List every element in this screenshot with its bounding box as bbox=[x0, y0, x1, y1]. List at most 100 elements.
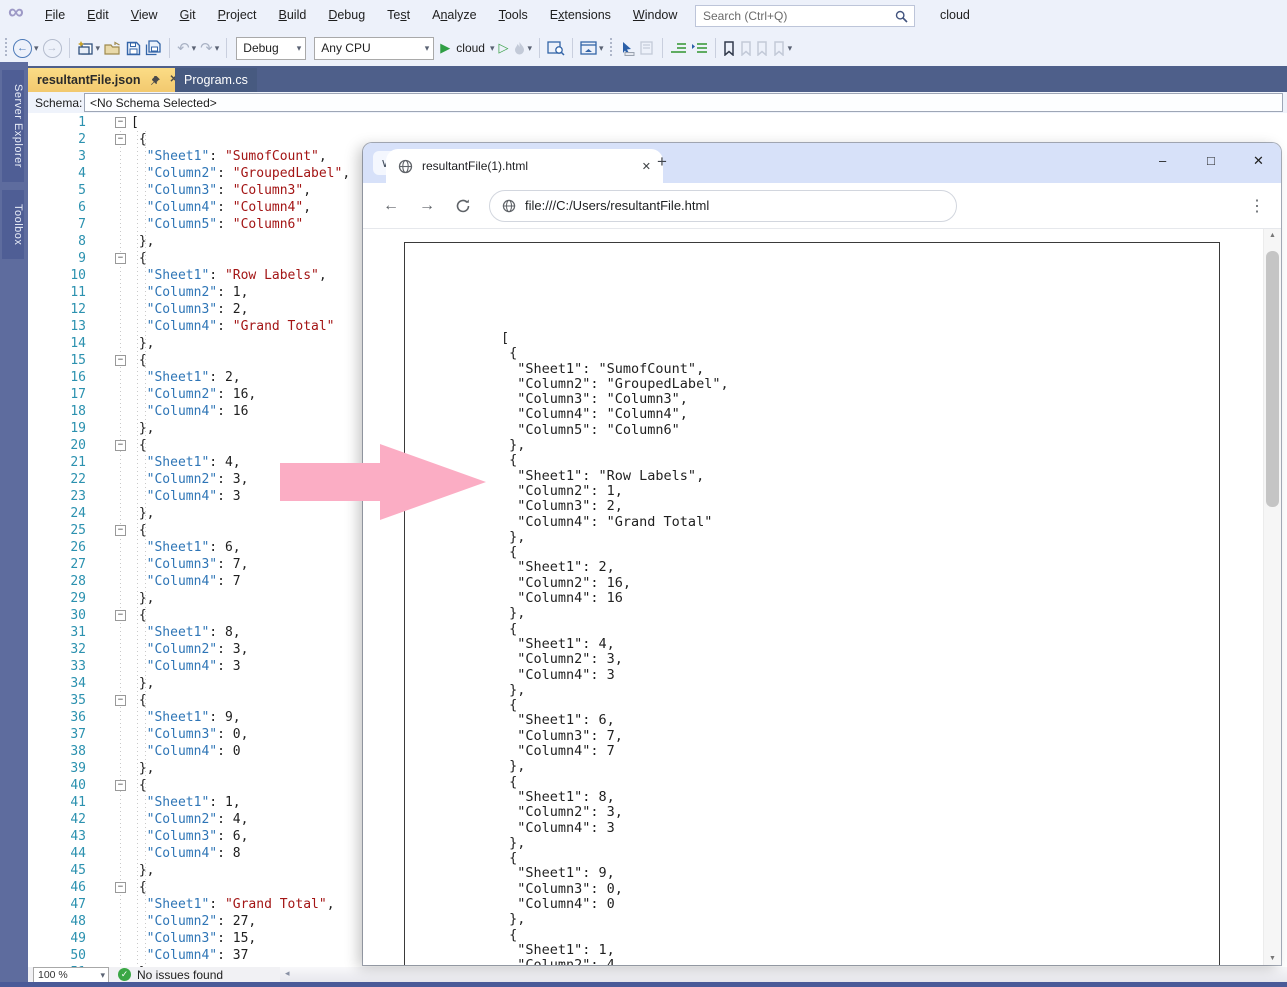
code-text: { bbox=[131, 437, 147, 454]
cursor-arrow-icon bbox=[619, 41, 635, 56]
find-in-files-button[interactable] bbox=[547, 40, 565, 56]
save-all-button[interactable] bbox=[145, 40, 162, 56]
toolbar-grip[interactable] bbox=[3, 38, 8, 58]
format-document-button[interactable] bbox=[639, 41, 655, 55]
menu-git[interactable]: Git bbox=[169, 0, 207, 30]
outlining-margin: − bbox=[115, 437, 128, 454]
menu-edit[interactable]: Edit bbox=[76, 0, 120, 30]
chevron-down-icon[interactable]: ▾ bbox=[788, 43, 793, 54]
clear-bookmarks-button[interactable]: ▾ bbox=[773, 41, 793, 56]
code-text: { bbox=[131, 131, 147, 148]
scroll-down-icon[interactable]: ▼ bbox=[1264, 955, 1281, 962]
scroll-up-icon[interactable]: ▲ bbox=[1264, 232, 1281, 239]
outlining-margin: − bbox=[115, 250, 128, 267]
menu-view[interactable]: View bbox=[120, 0, 169, 30]
maximize-button[interactable]: □ bbox=[1207, 153, 1215, 168]
solution-configuration-select[interactable]: Debug▾ bbox=[236, 37, 306, 60]
fold-toggle-icon[interactable]: − bbox=[115, 610, 126, 621]
menu-project[interactable]: Project bbox=[207, 0, 268, 30]
browser-forward-button[interactable]: → bbox=[419, 198, 435, 214]
undo-dropdown-icon[interactable]: ▾ bbox=[192, 43, 197, 54]
browser-menu-button[interactable]: ⋮ bbox=[1249, 196, 1265, 216]
fold-toggle-icon[interactable]: − bbox=[115, 253, 126, 264]
line-number: 5 bbox=[28, 182, 86, 199]
tab-resultantfile-json[interactable]: resultantFile.json ✕ bbox=[28, 68, 187, 92]
browser-tab[interactable]: resultantFile(1).html ✕ bbox=[386, 149, 663, 183]
new-tab-button[interactable]: + bbox=[650, 152, 674, 172]
solution-platform-select[interactable]: Any CPU▾ bbox=[314, 37, 434, 60]
back-dropdown-icon[interactable]: ▾ bbox=[34, 43, 39, 54]
code-text: { bbox=[131, 777, 147, 794]
start-without-debug-button[interactable]: ▷ bbox=[499, 40, 509, 56]
account-name[interactable]: cloud bbox=[940, 0, 970, 30]
undo-button[interactable]: ↶▾ bbox=[177, 41, 196, 56]
code-text: }, bbox=[131, 760, 154, 777]
new-project-button[interactable]: ▾ bbox=[77, 40, 101, 56]
chevron-down-icon[interactable]: ▾ bbox=[528, 43, 533, 54]
redo-dropdown-icon[interactable]: ▾ bbox=[215, 43, 220, 54]
next-bookmark-button[interactable] bbox=[756, 41, 769, 56]
menu-test[interactable]: Test bbox=[376, 0, 421, 30]
outlining-margin bbox=[115, 709, 128, 726]
fold-toggle-icon[interactable]: − bbox=[115, 695, 126, 706]
browser-content: [ { "Sheet1": "SumofCount", "Column2": "… bbox=[363, 229, 1281, 965]
line-number: 7 bbox=[28, 216, 86, 233]
redo-button[interactable]: ↷▾ bbox=[200, 41, 219, 56]
fold-toggle-icon[interactable]: − bbox=[115, 355, 126, 366]
tab-program-cs[interactable]: Program.cs bbox=[175, 68, 257, 92]
chevron-down-icon[interactable]: ▾ bbox=[599, 43, 604, 54]
preview-in-browser-button[interactable]: ▾ bbox=[580, 41, 604, 56]
toggle-bookmark-button[interactable] bbox=[723, 41, 735, 56]
menu-extensions[interactable]: Extensions bbox=[539, 0, 622, 30]
side-tab-toolbox[interactable]: Toolbox bbox=[2, 190, 24, 259]
line-number: 19 bbox=[28, 420, 86, 437]
hot-reload-button[interactable]: ▾ bbox=[513, 41, 533, 56]
menu-debug[interactable]: Debug bbox=[317, 0, 376, 30]
close-window-button[interactable]: ✕ bbox=[1253, 153, 1264, 169]
horizontal-scrollbar[interactable]: ◂ bbox=[280, 967, 1287, 982]
document-health-indicator[interactable]: ✓ No issues found bbox=[118, 967, 223, 982]
open-file-button[interactable] bbox=[104, 41, 122, 56]
outlining-margin bbox=[115, 573, 128, 590]
toolbar-grip[interactable] bbox=[609, 38, 614, 58]
start-debug-button[interactable]: ▶ cloud ▾ bbox=[440, 40, 494, 56]
decrease-indent-button[interactable] bbox=[670, 42, 687, 55]
decrease-indent-icon bbox=[670, 42, 687, 55]
fold-toggle-icon[interactable]: − bbox=[115, 525, 126, 536]
menu-analyze[interactable]: Analyze bbox=[421, 0, 487, 30]
line-number: 21 bbox=[28, 454, 86, 471]
fold-toggle-icon[interactable]: − bbox=[115, 882, 126, 893]
select-element-button[interactable] bbox=[619, 41, 635, 56]
fold-toggle-icon[interactable]: − bbox=[115, 134, 126, 145]
browser-scrollbar[interactable]: ▲ ▼ bbox=[1263, 229, 1281, 965]
reload-button[interactable] bbox=[455, 198, 471, 214]
zoom-level-select[interactable]: 100 % ▾ bbox=[33, 967, 109, 983]
new-project-dropdown-icon[interactable]: ▾ bbox=[96, 43, 101, 54]
scroll-left-icon[interactable]: ◂ bbox=[285, 968, 290, 979]
schema-selector[interactable]: <No Schema Selected> bbox=[84, 93, 1283, 112]
browser-back-button[interactable]: ← bbox=[383, 198, 399, 214]
navigate-back-button[interactable]: ←▾ bbox=[13, 39, 39, 58]
code-text: "Column4": "Grand Total" bbox=[131, 318, 335, 335]
search-input[interactable]: Search (Ctrl+Q) bbox=[695, 5, 915, 27]
screen: ∞ FileEditViewGitProjectBuildDebugTestAn… bbox=[0, 0, 1287, 987]
minimize-button[interactable]: – bbox=[1159, 153, 1166, 168]
scrollbar-thumb[interactable] bbox=[1266, 251, 1279, 507]
menu-window[interactable]: Window bbox=[622, 0, 688, 30]
menu-tools[interactable]: Tools bbox=[488, 0, 539, 30]
fold-toggle-icon[interactable]: − bbox=[115, 117, 126, 128]
increase-indent-button[interactable] bbox=[691, 42, 708, 55]
line-number: 1 bbox=[28, 114, 86, 131]
side-tab-server-explorer[interactable]: Server Explorer bbox=[2, 70, 24, 182]
menu-file[interactable]: File bbox=[34, 0, 76, 30]
fold-toggle-icon[interactable]: − bbox=[115, 440, 126, 451]
previous-bookmark-button[interactable] bbox=[739, 41, 752, 56]
address-bar[interactable]: file:///C:/Users/resultantFile.html bbox=[489, 190, 957, 222]
save-button[interactable] bbox=[126, 41, 141, 56]
next-bookmark-icon bbox=[756, 41, 769, 56]
pin-icon[interactable] bbox=[150, 75, 161, 86]
menu-build[interactable]: Build bbox=[268, 0, 318, 30]
fold-toggle-icon[interactable]: − bbox=[115, 780, 126, 791]
navigate-forward-button[interactable]: → bbox=[43, 39, 62, 58]
globe-icon bbox=[502, 199, 516, 213]
